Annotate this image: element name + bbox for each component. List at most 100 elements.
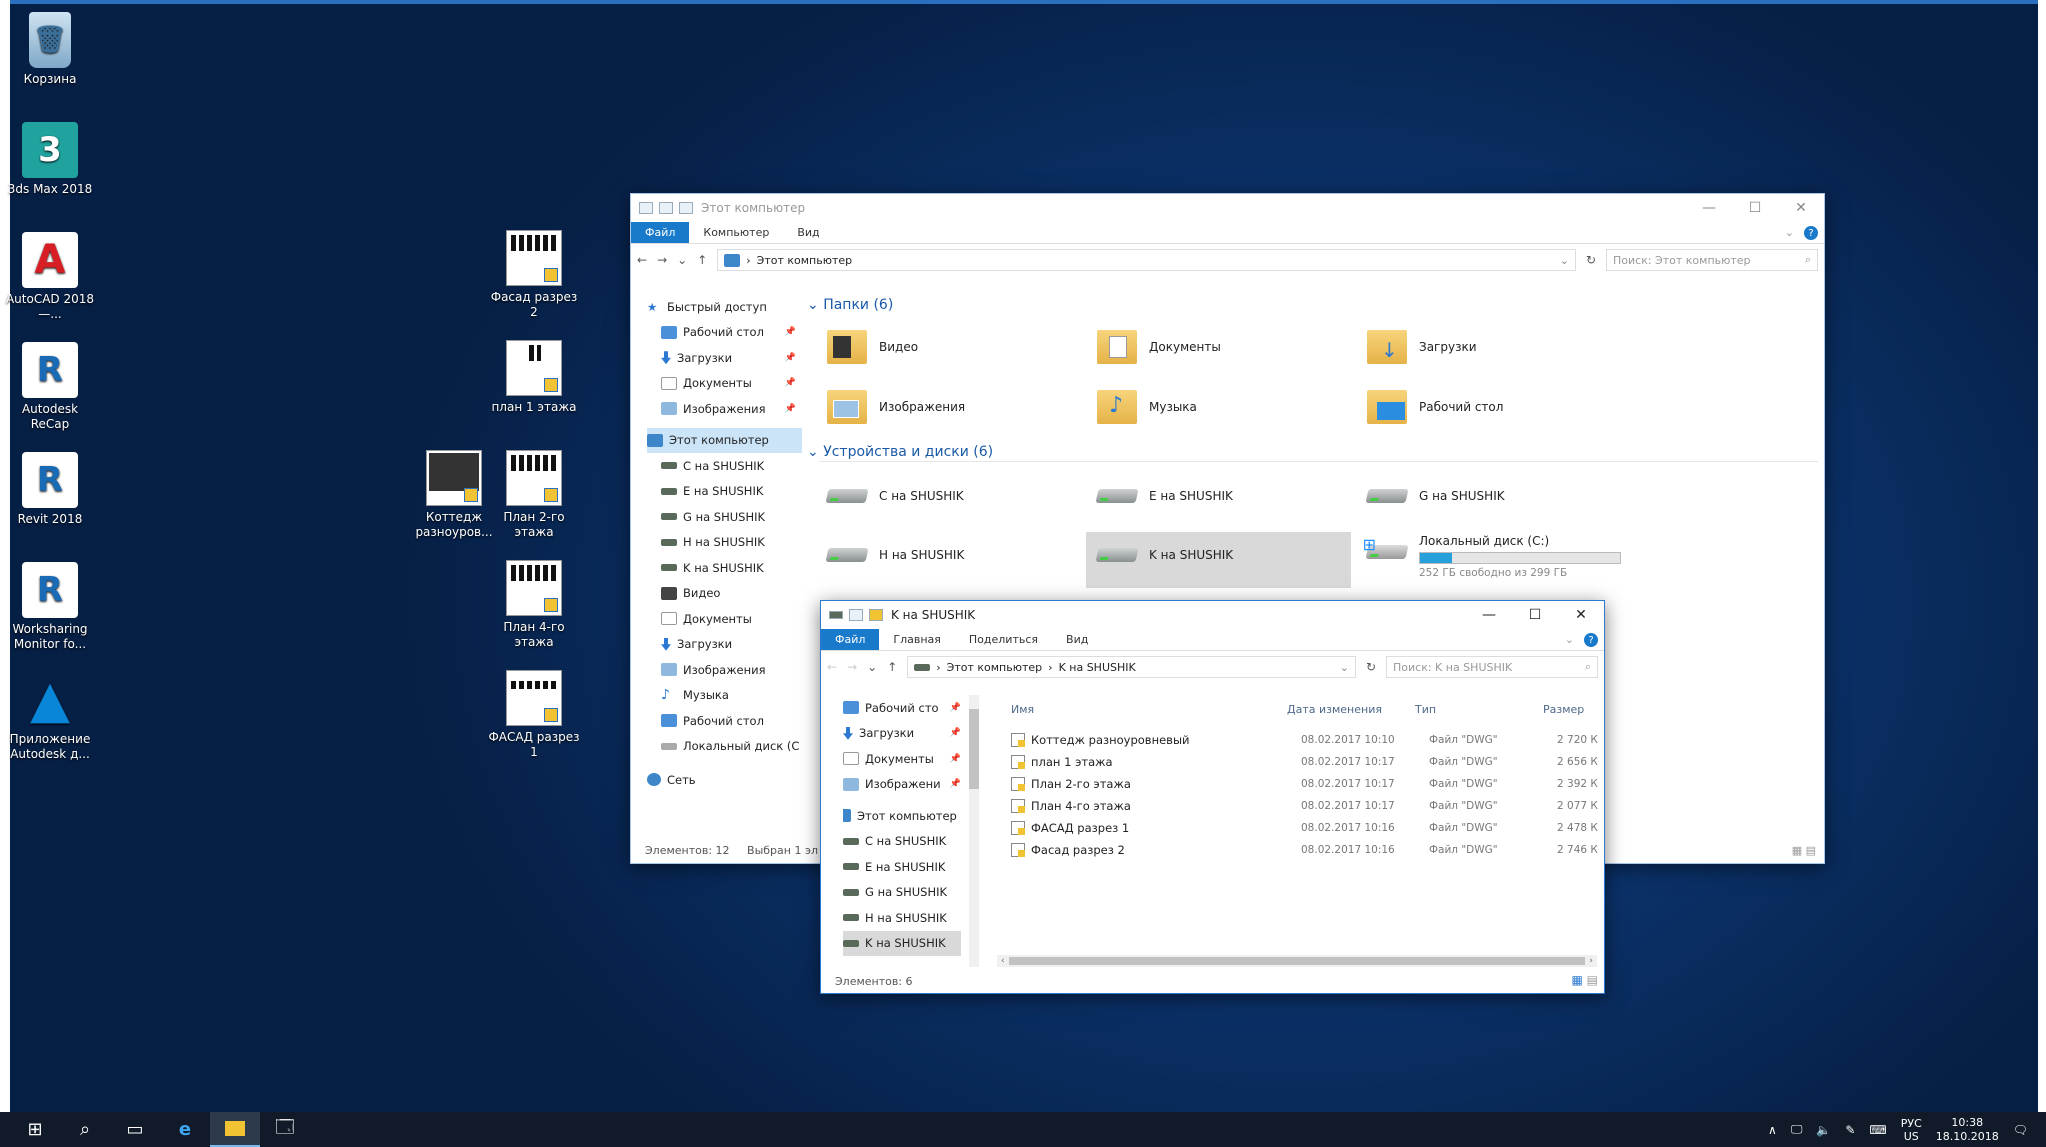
folder-video[interactable]: Видео (827, 329, 918, 365)
folder-music[interactable]: ♪ Музыка (1097, 389, 1197, 425)
file-row[interactable]: план 1 этажа 08.02.2017 10:17 Файл "DWG" 2 … (1011, 751, 1598, 773)
drive-k[interactable]: K на SHUSHIK (1095, 537, 1233, 573)
drive-local-c[interactable]: ⊞ Локальный диск (C:) 252 ГБ свободно из … (1363, 534, 1621, 579)
language-indicator[interactable]: РУС US (1901, 1117, 1922, 1143)
desktop-icon-plan2[interactable]: План 2-го этажа (488, 450, 580, 540)
refresh-icon[interactable]: ↻ (1586, 253, 1596, 267)
nav-desktop[interactable]: Рабочий сто 📌 (843, 695, 961, 721)
pen-icon[interactable]: ✎ (1845, 1123, 1855, 1137)
view-toggle[interactable]: ▦ ▤ (1572, 973, 1599, 987)
folder-downloads[interactable]: ↓ Загрузки (1367, 329, 1477, 365)
minimize-button[interactable]: — (1466, 601, 1512, 629)
maximize-button[interactable]: ☐ (1732, 194, 1778, 222)
file-row[interactable]: Фасад разрез 2 08.02.2017 10:16 Файл "DWG"… (1011, 839, 1598, 861)
nav-this-pc[interactable]: Этот компьютер (843, 803, 961, 829)
desktop-icon-plan4[interactable]: План 4-го этажа (488, 560, 580, 650)
desktop-icon-3dsmax[interactable]: 3 3ds Max 2018 (4, 122, 96, 197)
nav-downloads[interactable]: Загрузки 📌 (843, 721, 961, 747)
file-row[interactable]: План 2-го этажа 08.02.2017 10:17 Файл "DWG… (1011, 773, 1598, 795)
nav-documents[interactable]: Документы 📌 (647, 371, 802, 397)
drive-e[interactable]: E на SHUSHIK (1095, 478, 1233, 514)
nav-documents-2[interactable]: Документы (647, 606, 802, 632)
forward-icon[interactable]: → (847, 660, 857, 674)
folders-group-header[interactable]: ⌄ Папки (6) (807, 297, 893, 313)
horizontal-scrollbar[interactable]: ‹ › (997, 955, 1597, 967)
desktop-icon-fasad1[interactable]: ФАСАД разрез 1 (488, 670, 580, 760)
drives-group-header[interactable]: ⌄ Устройства и диски (6) (807, 444, 993, 460)
desktop-icon-plan1[interactable]: план 1 этажа (488, 340, 580, 415)
nav-drive-g[interactable]: G на SHUSHIK (843, 880, 961, 906)
nav-this-pc[interactable]: Этот компьютер (647, 427, 802, 453)
desktop-icon-fasad2[interactable]: Фасад разрез 2 (488, 230, 580, 320)
minimize-button[interactable]: — (1686, 194, 1732, 222)
tab-view[interactable]: Вид (783, 222, 833, 243)
nav-desktop-2[interactable]: Рабочий стол (647, 708, 802, 734)
column-header-name[interactable]: Имя (1011, 703, 1034, 716)
column-header-date[interactable]: Дата изменения (1287, 703, 1382, 716)
help-icon[interactable]: ? (1584, 633, 1598, 647)
drive-g[interactable]: G на SHUSHIK (1365, 478, 1505, 514)
nav-drive-e[interactable]: E на SHUSHIK (647, 479, 802, 505)
close-button[interactable]: ✕ (1558, 601, 1604, 629)
file-row[interactable]: ФАСАД разрез 1 08.02.2017 10:16 Файл "DWG"… (1011, 817, 1598, 839)
nav-drive-e[interactable]: E на SHUSHIK (843, 854, 961, 880)
edge-browser-icon[interactable]: e (160, 1112, 210, 1147)
nav-images[interactable]: Изображения 📌 (647, 396, 802, 422)
nav-images-2[interactable]: Изображения (647, 657, 802, 683)
drive-h[interactable]: H на SHUSHIK (825, 537, 964, 573)
file-explorer-icon[interactable] (210, 1112, 260, 1147)
file-row[interactable]: Коттедж разноуровневый 08.02.2017 10:10 Фа… (1011, 729, 1598, 751)
desktop-icon-revit[interactable]: R Revit 2018 (4, 452, 96, 527)
help-icon[interactable]: ? (1804, 226, 1818, 240)
recent-icon[interactable]: ⌄ (867, 660, 877, 674)
nav-drive-k[interactable]: K на SHUSHIK (647, 555, 802, 581)
back-icon[interactable]: ← (637, 253, 647, 267)
breadcrumb-this-pc[interactable]: Этот компьютер (947, 661, 1043, 674)
recent-icon[interactable]: ⌄ (677, 253, 687, 267)
tab-view[interactable]: Вид (1052, 629, 1102, 650)
desktop-icon-autocad[interactable]: A AutoCAD 2018 —... (4, 232, 96, 322)
new-folder-icon[interactable] (679, 202, 693, 214)
up-icon[interactable]: ↑ (887, 660, 897, 674)
nav-drive-c[interactable]: C на SHUSHIK (843, 829, 961, 855)
nav-drive-k[interactable]: K на SHUSHIK (843, 930, 961, 956)
nav-drive-h[interactable]: H на SHUSHIK (843, 905, 961, 931)
back-icon[interactable]: ← (827, 660, 837, 674)
keyboard-icon[interactable]: ⌨ (1869, 1123, 1886, 1137)
store-icon[interactable]: 🗔 (260, 1112, 310, 1147)
folder-icon[interactable] (869, 609, 883, 621)
close-button[interactable]: ✕ (1778, 194, 1824, 222)
nav-drive-g[interactable]: G на SHUSHIK (647, 504, 802, 530)
search-button[interactable]: ⌕ (60, 1112, 110, 1147)
nav-music[interactable]: ♪ Музыка (647, 683, 802, 709)
breadcrumb-k-drive[interactable]: K на SHUSHIK (1059, 661, 1136, 674)
up-icon[interactable]: ↑ (697, 253, 707, 267)
clock[interactable]: 10:38 18.10.2018 (1936, 1116, 1999, 1144)
nav-drive-h[interactable]: H на SHUSHIK (647, 530, 802, 556)
address-bar[interactable]: › Этот компьютер › K на SHUSHIK ⌄ (907, 656, 1356, 678)
search-input[interactable]: Поиск: K на SHUSHIK ⌕ (1386, 656, 1598, 678)
folder-documents[interactable]: Документы (1097, 329, 1221, 365)
notifications-icon[interactable]: 🗨 (2013, 1123, 2028, 1137)
breadcrumb[interactable]: Этот компьютер (757, 254, 853, 267)
nav-drive-c[interactable]: C на SHUSHIK (647, 453, 802, 479)
desktop-icon-worksharing[interactable]: R Worksharing Monitor fo... (4, 562, 96, 652)
tab-computer[interactable]: Компьютер (689, 222, 783, 243)
view-toggle[interactable]: ▦ ▤ (1792, 844, 1816, 857)
forward-icon[interactable]: → (657, 253, 667, 267)
nav-documents[interactable]: Документы 📌 (843, 746, 961, 772)
tab-file[interactable]: Файл (631, 222, 690, 243)
nav-network[interactable]: Сеть (647, 767, 802, 793)
title-bar[interactable]: Этот компьютер — ☐ ✕ (631, 194, 1824, 222)
nav-quick-access[interactable]: ★ Быстрый доступ (647, 294, 802, 320)
tab-share[interactable]: Поделиться (955, 629, 1052, 650)
address-bar[interactable]: › Этот компьютер ⌄ (717, 249, 1576, 271)
nav-video[interactable]: Видео (647, 581, 802, 607)
column-header-type[interactable]: Тип (1415, 703, 1436, 716)
properties-icon[interactable] (659, 202, 673, 214)
desktop-icon-recap[interactable]: R Autodesk ReCap (4, 342, 96, 432)
nav-desktop[interactable]: Рабочий стол 📌 (647, 320, 802, 346)
desktop-icon-recycle-bin[interactable]: 🗑 Корзина (4, 12, 96, 87)
chevron-up-icon[interactable]: ∧ (1768, 1123, 1777, 1137)
properties-icon[interactable] (849, 609, 863, 621)
